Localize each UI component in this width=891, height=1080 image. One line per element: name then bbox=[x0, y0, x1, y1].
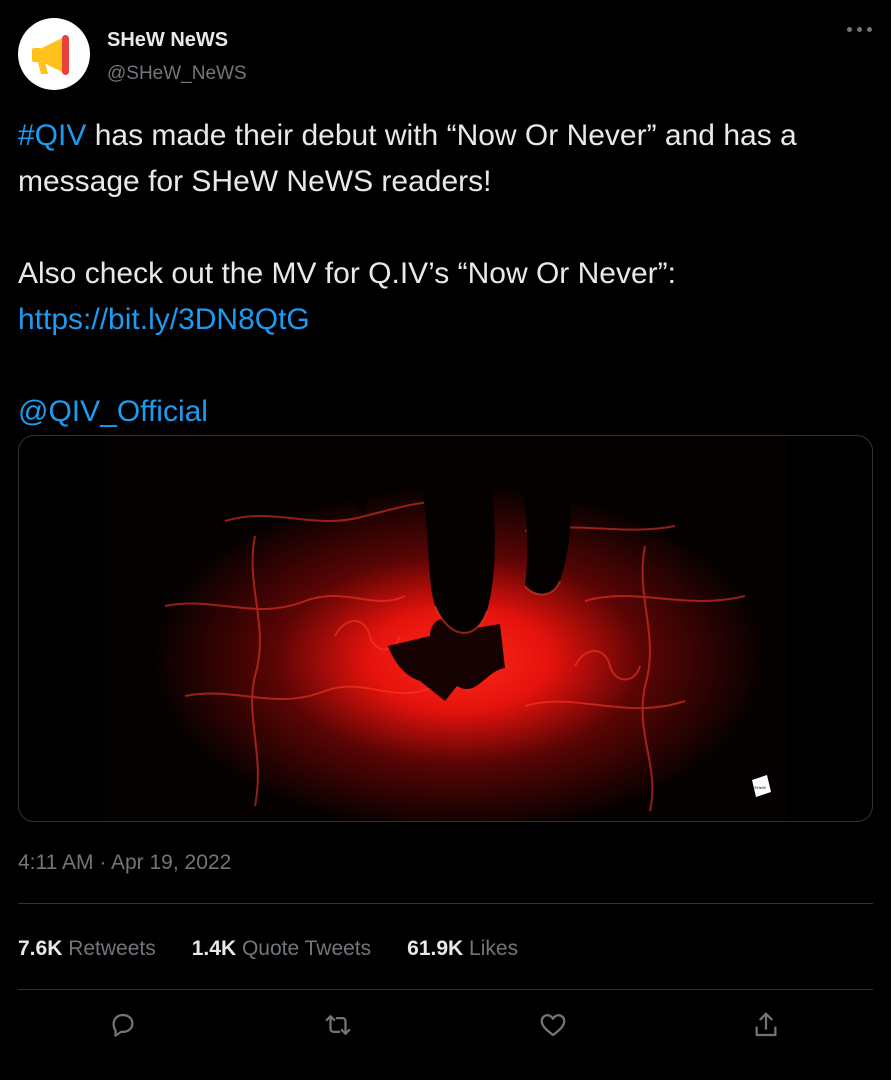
tweet-text-segment: has made their debut with “Now Or Never”… bbox=[18, 119, 806, 198]
tweet-timestamp[interactable]: 4:11 AM · Apr 19, 2022 bbox=[18, 849, 231, 877]
reply-icon bbox=[112, 1013, 134, 1037]
share-icon bbox=[755, 1012, 777, 1037]
tweet-paragraph: Also check out the MV for Q.IV’s “Now Or… bbox=[18, 251, 858, 297]
likes-stat[interactable]: 61.9K Likes bbox=[407, 934, 518, 964]
retweets-count: 7.6K bbox=[18, 937, 63, 960]
handle[interactable]: @SHeW_NeWS bbox=[107, 62, 247, 86]
retweet-icon bbox=[325, 1015, 351, 1035]
retweet-button[interactable] bbox=[318, 1005, 358, 1045]
tweet-stats: 7.6K Retweets 1.4K Quote Tweets 61.9K Li… bbox=[18, 934, 554, 964]
reply-button[interactable] bbox=[103, 1005, 143, 1045]
tweet-paragraph bbox=[18, 343, 858, 389]
quote-tweets-stat[interactable]: 1.4K Quote Tweets bbox=[192, 934, 371, 964]
likes-label: Likes bbox=[469, 937, 519, 960]
tweet-text-segment: Also check out the MV for Q.IV’s “Now Or… bbox=[18, 257, 676, 290]
tweet-header: SHeW NeWS @SHeW_NeWS bbox=[18, 18, 873, 90]
avatar[interactable] bbox=[18, 18, 90, 90]
mention-link[interactable]: @QIV_Official bbox=[18, 395, 208, 428]
likes-count: 61.9K bbox=[407, 937, 464, 960]
media-image: SHeW bbox=[105, 436, 786, 821]
retweets-stat[interactable]: 7.6K Retweets bbox=[18, 934, 156, 964]
like-button[interactable] bbox=[533, 1005, 573, 1045]
share-button[interactable] bbox=[746, 1005, 786, 1045]
like-icon bbox=[540, 1014, 566, 1037]
url-link[interactable]: https://bit.ly/3DN8QtG bbox=[18, 303, 310, 336]
quote-tweets-label: Quote Tweets bbox=[241, 937, 372, 960]
svg-text:SHeW: SHeW bbox=[754, 785, 766, 790]
tweet-text: #QIV has made their debut with “Now Or N… bbox=[18, 113, 858, 435]
divider bbox=[18, 989, 873, 990]
tweet-paragraph: @QIV_Official bbox=[18, 389, 858, 435]
quote-tweets-count: 1.4K bbox=[191, 937, 237, 960]
tweet-actions bbox=[18, 1005, 873, 1045]
tweet-paragraph bbox=[18, 205, 858, 251]
divider bbox=[18, 903, 873, 904]
hashtag-link[interactable]: #QIV bbox=[18, 119, 86, 152]
display-name[interactable]: SHeW NeWS bbox=[107, 28, 247, 52]
tweet-paragraph: #QIV has made their debut with “Now Or N… bbox=[18, 113, 858, 205]
megaphone-icon bbox=[32, 35, 69, 75]
tweet-paragraph: https://bit.ly/3DN8QtG bbox=[18, 297, 858, 343]
more-options-icon[interactable] bbox=[847, 24, 873, 34]
retweets-label: Retweets bbox=[68, 937, 156, 960]
tweet-media[interactable]: SHeW bbox=[18, 435, 873, 822]
